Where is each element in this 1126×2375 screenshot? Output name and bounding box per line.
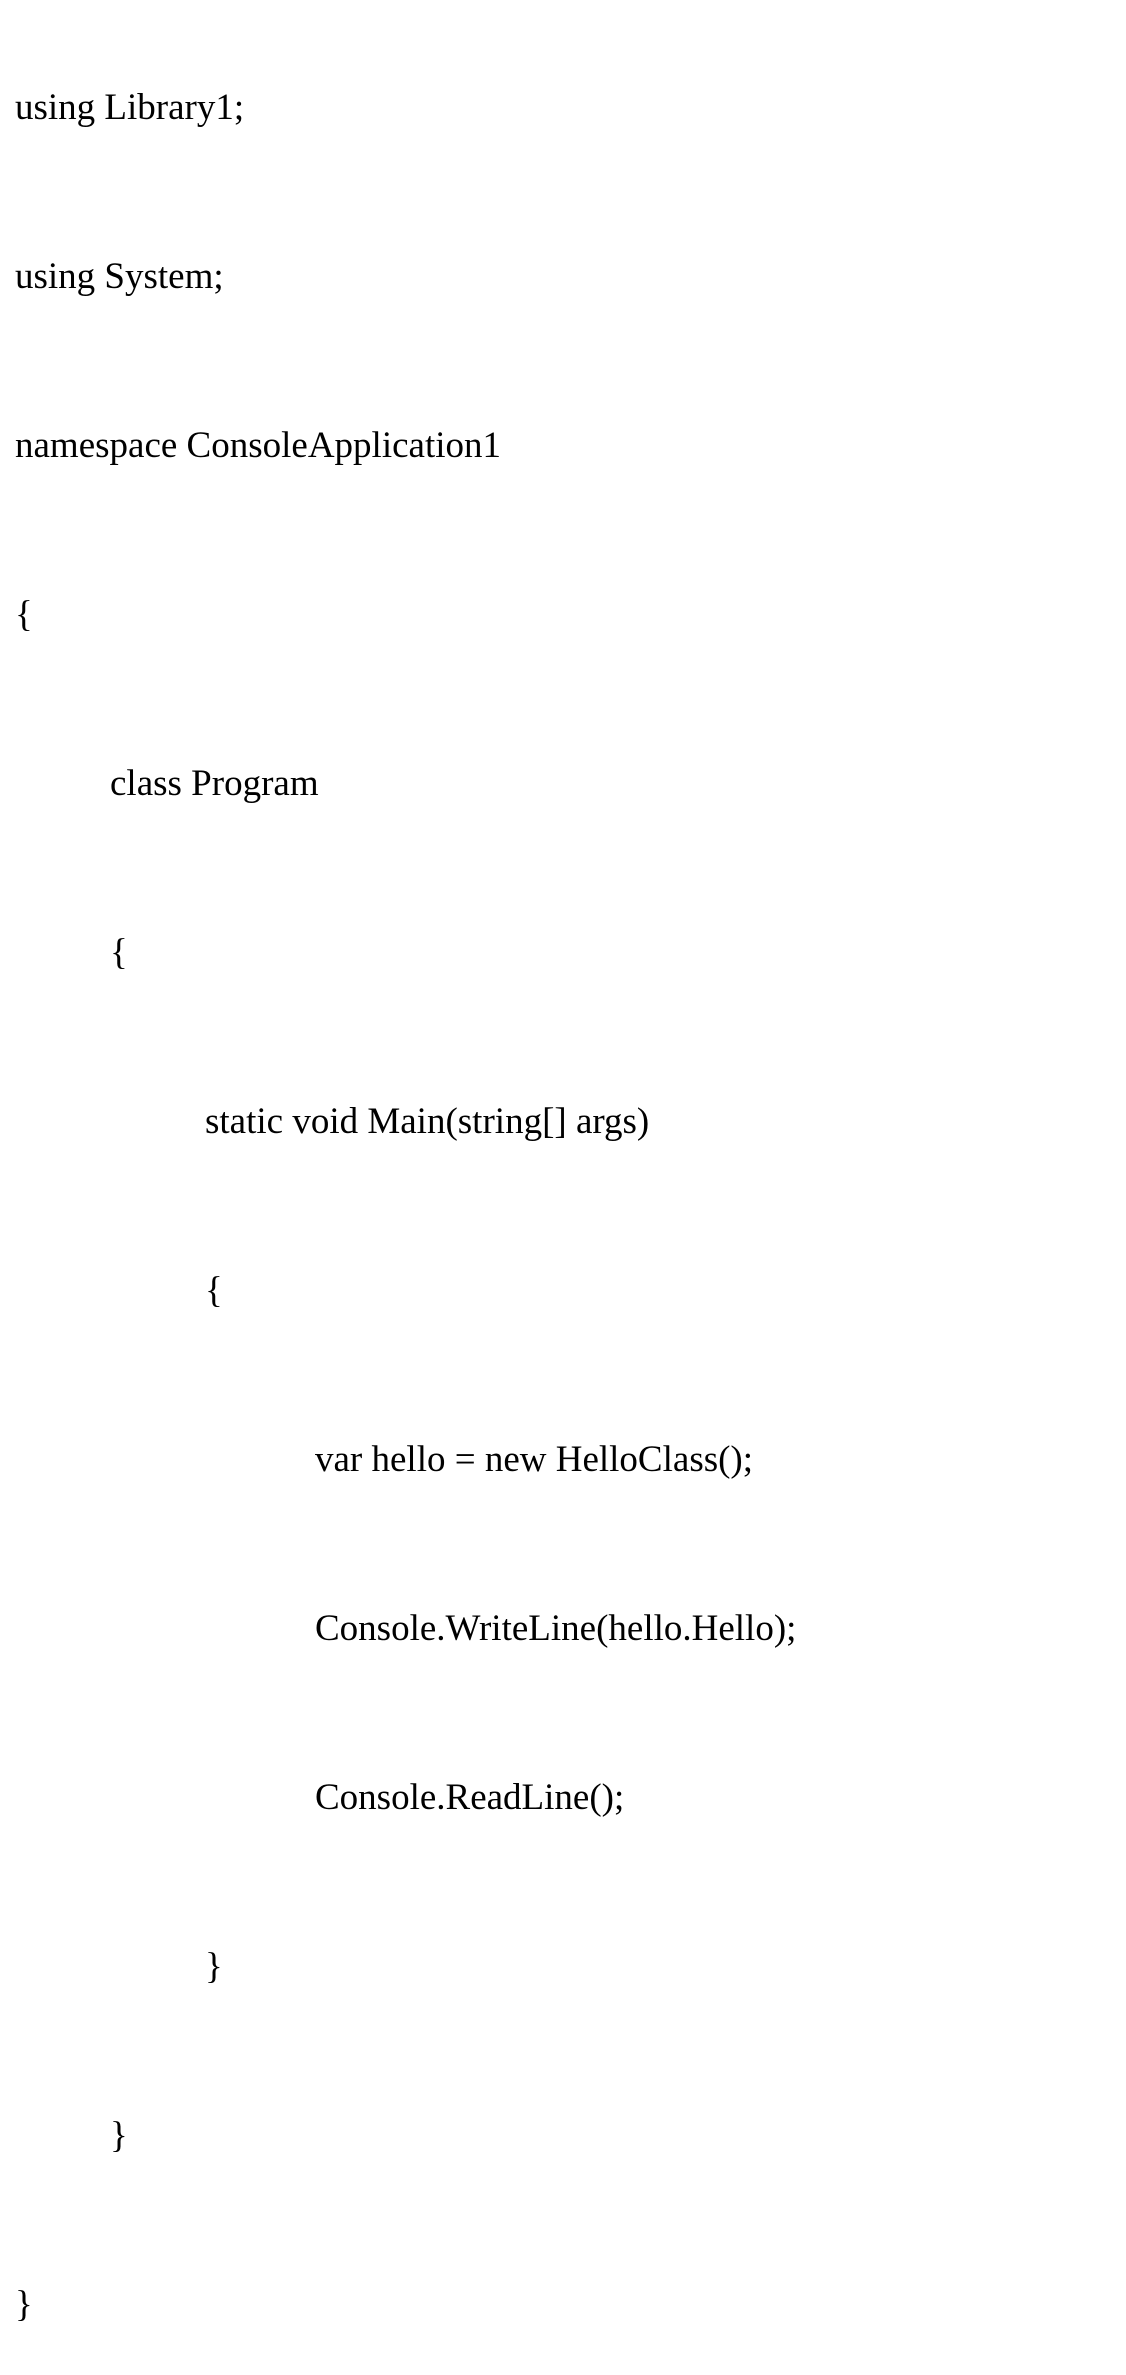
code-line: namespace ConsoleApplication1 bbox=[15, 427, 1111, 464]
code-line: static void Main(string[] args) bbox=[15, 1103, 1111, 1140]
code-line: } bbox=[15, 2117, 1111, 2154]
code-line: { bbox=[15, 1272, 1111, 1309]
code-line: } bbox=[15, 1948, 1111, 1985]
code-line: Console.WriteLine(hello.Hello); bbox=[15, 1610, 1111, 1647]
code-line: using System; bbox=[15, 258, 1111, 295]
code-line: { bbox=[15, 934, 1111, 971]
code-line: Console.ReadLine(); bbox=[15, 1779, 1111, 1816]
code-line: using Library1; bbox=[15, 89, 1111, 126]
code-line: { bbox=[15, 596, 1111, 633]
code-line: class Program bbox=[15, 765, 1111, 802]
code-block: using Library1; using System; namespace … bbox=[15, 15, 1111, 2360]
code-line: var hello = new HelloClass(); bbox=[15, 1441, 1111, 1478]
code-line: } bbox=[15, 2286, 1111, 2323]
